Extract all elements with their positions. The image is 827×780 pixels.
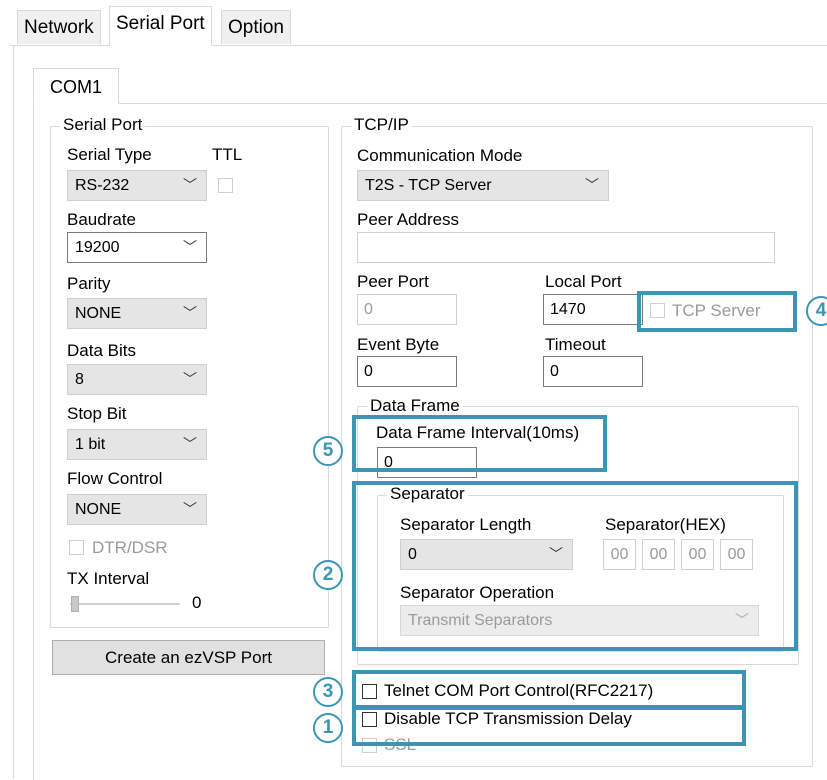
callout-number-1: 1 xyxy=(313,713,343,743)
parity-label: Parity xyxy=(67,274,111,293)
ttl-checkbox[interactable] xyxy=(218,178,233,193)
callout-number-3: 3 xyxy=(313,677,343,707)
tab-serial-port[interactable]: Serial Port xyxy=(109,6,212,46)
serial-type-label: Serial Type xyxy=(67,145,152,164)
serial-type-value: RS-232 xyxy=(75,177,130,194)
chevron-down-icon: ﹀ xyxy=(585,177,599,193)
highlight-box-3 xyxy=(352,670,746,709)
chevron-down-icon: ﹀ xyxy=(183,239,197,255)
flow-control-value: NONE xyxy=(75,501,122,518)
communication-mode-value: T2S - TCP Server xyxy=(365,177,492,194)
peer-port-input[interactable]: 0 xyxy=(357,294,457,325)
chevron-down-icon: ﹀ xyxy=(183,501,197,517)
highlight-box-1 xyxy=(352,706,746,746)
chevron-down-icon: ﹀ xyxy=(183,305,197,321)
stop-bit-label: Stop Bit xyxy=(67,404,127,423)
serial-port-group-title: Serial Port xyxy=(60,115,146,135)
tx-interval-slider-thumb[interactable] xyxy=(71,596,79,612)
highlight-box-2 xyxy=(352,481,798,651)
parity-value: NONE xyxy=(75,305,122,322)
peer-address-label: Peer Address xyxy=(357,210,460,229)
baudrate-label: Baudrate xyxy=(67,210,136,229)
callout-number-2: 2 xyxy=(313,560,343,590)
highlight-box-5 xyxy=(352,415,607,472)
tx-interval-slider-track[interactable] xyxy=(70,603,180,605)
stop-bit-select[interactable]: 1 bit ﹀ xyxy=(67,429,207,460)
peer-port-label: Peer Port xyxy=(357,272,429,291)
tx-interval-label: TX Interval xyxy=(67,569,150,588)
local-port-label: Local Port xyxy=(545,272,622,291)
dtr-dsr-checkbox[interactable] xyxy=(69,540,84,555)
parity-select[interactable]: NONE ﹀ xyxy=(67,298,207,329)
flow-control-select[interactable]: NONE ﹀ xyxy=(67,494,207,525)
tab-network[interactable]: Network xyxy=(17,10,101,44)
communication-mode-label: Communication Mode xyxy=(357,146,523,165)
timeout-input[interactable]: 0 xyxy=(543,356,643,387)
baudrate-value: 19200 xyxy=(75,239,120,256)
tx-interval-value: 0 xyxy=(192,593,202,612)
event-byte-label: Event Byte xyxy=(357,335,440,354)
dtr-dsr-label: DTR/DSR xyxy=(92,538,168,557)
event-byte-input[interactable]: 0 xyxy=(357,356,457,387)
flow-control-label: Flow Control xyxy=(67,469,163,488)
timeout-label: Timeout xyxy=(545,335,606,354)
ttl-label: TTL xyxy=(212,145,243,164)
create-ezvsp-port-button[interactable]: Create an ezVSP Port xyxy=(52,640,325,675)
chevron-down-icon: ﹀ xyxy=(183,177,197,193)
local-port-input[interactable]: 1470 xyxy=(543,294,643,325)
peer-address-input[interactable] xyxy=(357,232,775,263)
highlight-box-4 xyxy=(637,291,797,332)
tab-option[interactable]: Option xyxy=(221,10,291,44)
stop-bit-value: 1 bit xyxy=(75,436,106,453)
data-bits-select[interactable]: 8 ﹀ xyxy=(67,364,207,395)
tab-com1[interactable]: COM1 xyxy=(33,68,119,104)
baudrate-select[interactable]: 19200 ﹀ xyxy=(67,232,207,263)
communication-mode-select[interactable]: T2S - TCP Server ﹀ xyxy=(357,170,609,201)
chevron-down-icon: ﹀ xyxy=(183,436,197,452)
data-bits-value: 8 xyxy=(75,371,84,388)
callout-number-5: 5 xyxy=(313,436,343,466)
data-bits-label: Data Bits xyxy=(67,341,136,360)
tcpip-group-title: TCP/IP xyxy=(351,115,412,135)
data-frame-group-title: Data Frame xyxy=(367,396,463,416)
chevron-down-icon: ﹀ xyxy=(183,371,197,387)
serial-type-select[interactable]: RS-232 ﹀ xyxy=(67,170,207,201)
